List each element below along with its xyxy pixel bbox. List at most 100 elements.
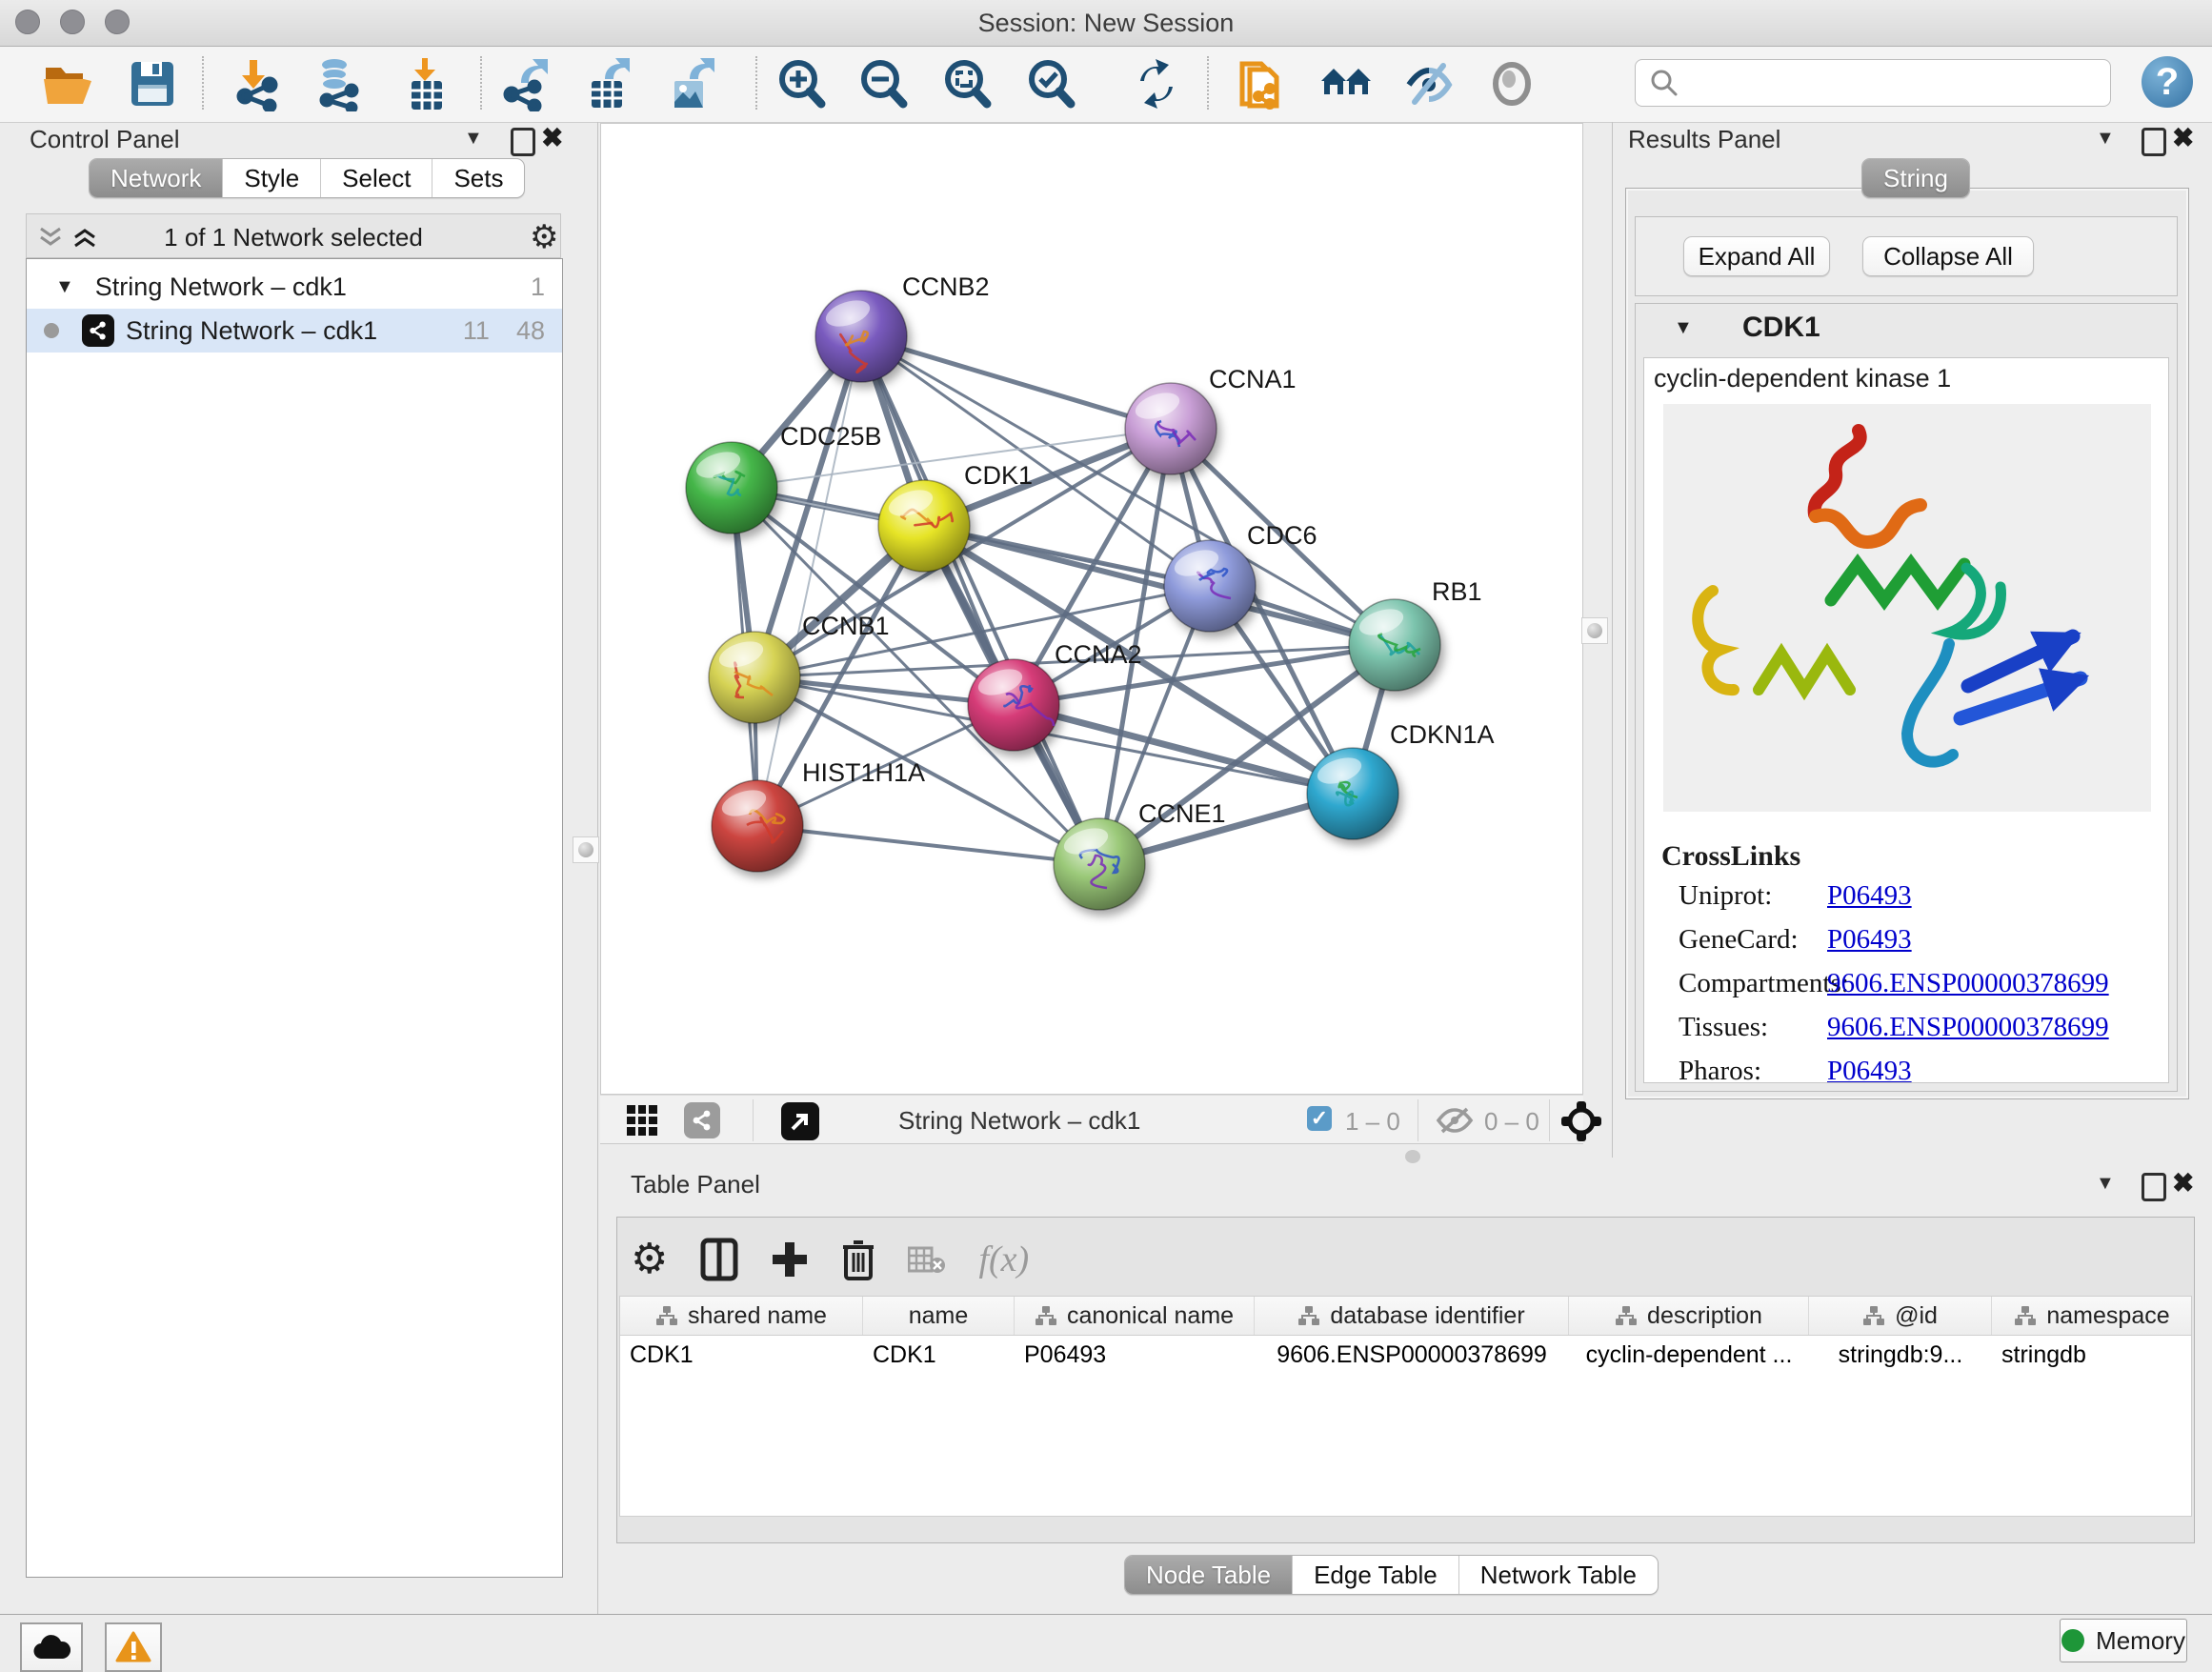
birds-eye-icon[interactable]	[1560, 1100, 1602, 1142]
search-input[interactable]	[1635, 59, 2111, 107]
collapse-all-button[interactable]: Collapse All	[1862, 236, 2034, 276]
table-cell[interactable]: stringdb	[1992, 1341, 2192, 1369]
tab-edge-table[interactable]: Edge Table	[1292, 1556, 1458, 1594]
string-import-icon[interactable]	[1232, 55, 1289, 112]
show-all-icon[interactable]	[1483, 55, 1540, 112]
tab-network[interactable]: Network	[90, 159, 222, 197]
protein-collapse-icon[interactable]: ▼	[1674, 317, 1693, 339]
table-panel-close-icon[interactable]: ✖	[2172, 1167, 2194, 1199]
tab-node-table[interactable]: Node Table	[1125, 1556, 1292, 1594]
zoom-fit-icon[interactable]	[938, 55, 995, 112]
export-image-icon[interactable]	[662, 55, 719, 112]
import-network-from-file-icon[interactable]	[231, 55, 288, 112]
network-node-CCNE1[interactable]	[1054, 818, 1145, 910]
network-node-RB1[interactable]	[1349, 599, 1440, 691]
refresh-view-icon[interactable]	[1128, 55, 1185, 112]
export-network-icon[interactable]	[497, 55, 554, 112]
warning-button[interactable]	[105, 1622, 162, 1672]
export-table-icon[interactable]	[579, 55, 636, 112]
left-splitter-handle[interactable]	[573, 836, 599, 863]
column-header-name[interactable]: name	[863, 1297, 1015, 1335]
column-header--id[interactable]: @id	[1809, 1297, 1992, 1335]
right-splitter-handle[interactable]	[1581, 617, 1608, 644]
network-collection-row[interactable]: ▼ String Network – cdk1 1	[27, 265, 562, 309]
control-panel-close-icon[interactable]: ✖	[541, 122, 563, 153]
right-splitter[interactable]	[1612, 122, 1613, 1158]
column-header-database-identifier[interactable]: database identifier	[1255, 1297, 1569, 1335]
network-view-toolbar: String Network – cdk1 ✓ 1 – 0 0 – 0	[600, 1095, 1583, 1144]
network-canvas[interactable]: CCNB2 CCNA1 CDC25B CDK1 CDC6 RB1	[600, 123, 1583, 1095]
crosslink-link[interactable]: P06493	[1827, 880, 1912, 912]
horizontal-splitter-handle[interactable]	[1402, 1149, 1423, 1164]
table-cell[interactable]: cyclin-dependent ...	[1569, 1341, 1809, 1369]
open-session-icon[interactable]	[39, 55, 96, 112]
network-node-CDKN1A[interactable]	[1307, 748, 1398, 839]
table-cell[interactable]: 9606.ENSP00000378699	[1255, 1341, 1569, 1369]
results-panel-menu-icon[interactable]: ▼	[2096, 128, 2115, 150]
tab-style[interactable]: Style	[222, 159, 320, 197]
network-node-CCNA1[interactable]	[1125, 383, 1217, 474]
table-cell[interactable]: stringdb:9...	[1809, 1341, 1992, 1369]
column-header-shared-name[interactable]: shared name	[620, 1297, 863, 1335]
crosslink-link[interactable]: 9606.ENSP00000378699	[1827, 968, 2109, 999]
network-node-CDC6[interactable]	[1164, 540, 1256, 632]
help-button[interactable]: ?	[2142, 56, 2193, 108]
network-node-CDK1[interactable]	[878, 480, 970, 572]
cloud-button[interactable]	[20, 1622, 83, 1672]
zoom-in-icon[interactable]	[773, 55, 830, 112]
zoom-selected-icon[interactable]	[1022, 55, 1079, 112]
column-header-namespace[interactable]: namespace	[1992, 1297, 2192, 1335]
network-node-CCNA2[interactable]	[968, 659, 1059, 751]
network-node-HIST1H1A[interactable]	[712, 780, 803, 872]
network-row-selected[interactable]: String Network – cdk1 11 48	[27, 309, 562, 353]
crosslink-link[interactable]: P06493	[1827, 924, 1912, 956]
table-gear-icon[interactable]: ⚙	[631, 1240, 668, 1279]
table-cell[interactable]: P06493	[1015, 1341, 1255, 1369]
network-edge-K1-RB[interactable]	[924, 526, 1395, 645]
control-panel-float-icon[interactable]	[511, 128, 535, 156]
grid-view-icon[interactable]	[627, 1105, 657, 1136]
table-cell[interactable]: CDK1	[620, 1341, 863, 1369]
open-view-icon[interactable]	[781, 1102, 819, 1140]
import-table-from-file-icon[interactable]	[397, 55, 454, 112]
network-node-label: RB1	[1432, 577, 1482, 606]
results-buttons-box: Expand All Collapse All	[1635, 216, 2178, 296]
network-edge-B2-H1[interactable]	[757, 336, 861, 826]
network-edge-B2-A1[interactable]	[861, 336, 1171, 429]
tab-sets[interactable]: Sets	[432, 159, 524, 197]
network-options-gear-icon[interactable]: ⚙	[530, 218, 558, 256]
table-panel-menu-icon[interactable]: ▼	[2096, 1173, 2115, 1195]
save-session-icon[interactable]	[123, 55, 180, 112]
network-node-CCNB1[interactable]	[709, 632, 800, 723]
tab-string[interactable]: String	[1862, 159, 1969, 197]
control-panel-menu-icon[interactable]: ▼	[464, 128, 483, 150]
results-panel-float-icon[interactable]	[2142, 128, 2166, 156]
collection-expand-icon[interactable]: ▼	[55, 276, 74, 298]
string-home-icon[interactable]	[1317, 55, 1375, 112]
tab-network-table[interactable]: Network Table	[1458, 1556, 1658, 1594]
left-splitter[interactable]	[597, 122, 598, 1614]
zoom-out-icon[interactable]	[855, 55, 912, 112]
column-header-description[interactable]: description	[1569, 1297, 1809, 1335]
memory-button[interactable]: Memory	[2060, 1619, 2187, 1662]
column-header-canonical-name[interactable]: canonical name	[1015, 1297, 1255, 1335]
table-panel-float-icon[interactable]	[2142, 1173, 2166, 1201]
crosslink-link[interactable]: P06493	[1827, 1056, 1912, 1083]
table-row[interactable]: CDK1CDK1P064939606.ENSP00000378699cyclin…	[620, 1336, 2191, 1374]
table-cell[interactable]: CDK1	[863, 1341, 1015, 1369]
delete-column-icon[interactable]	[841, 1238, 875, 1281]
network-node-label: CDC6	[1247, 521, 1317, 550]
import-network-from-database-icon[interactable]	[311, 55, 368, 112]
expand-all-button[interactable]: Expand All	[1683, 236, 1830, 276]
network-view-share-icon[interactable]	[684, 1102, 720, 1138]
network-node-CCNB2[interactable]	[815, 291, 907, 382]
network-edge-H1-E1[interactable]	[757, 826, 1099, 864]
hide-selected-icon[interactable]	[1400, 55, 1458, 112]
selected-checkbox[interactable]: ✓	[1307, 1106, 1332, 1131]
crosslink-link[interactable]: 9606.ENSP00000378699	[1827, 1012, 2109, 1043]
show-columns-icon[interactable]	[700, 1238, 738, 1281]
add-column-icon[interactable]	[771, 1240, 809, 1279]
results-panel-close-icon[interactable]: ✖	[2172, 122, 2194, 153]
network-node-CDC25B[interactable]	[686, 442, 777, 534]
tab-select[interactable]: Select	[320, 159, 432, 197]
